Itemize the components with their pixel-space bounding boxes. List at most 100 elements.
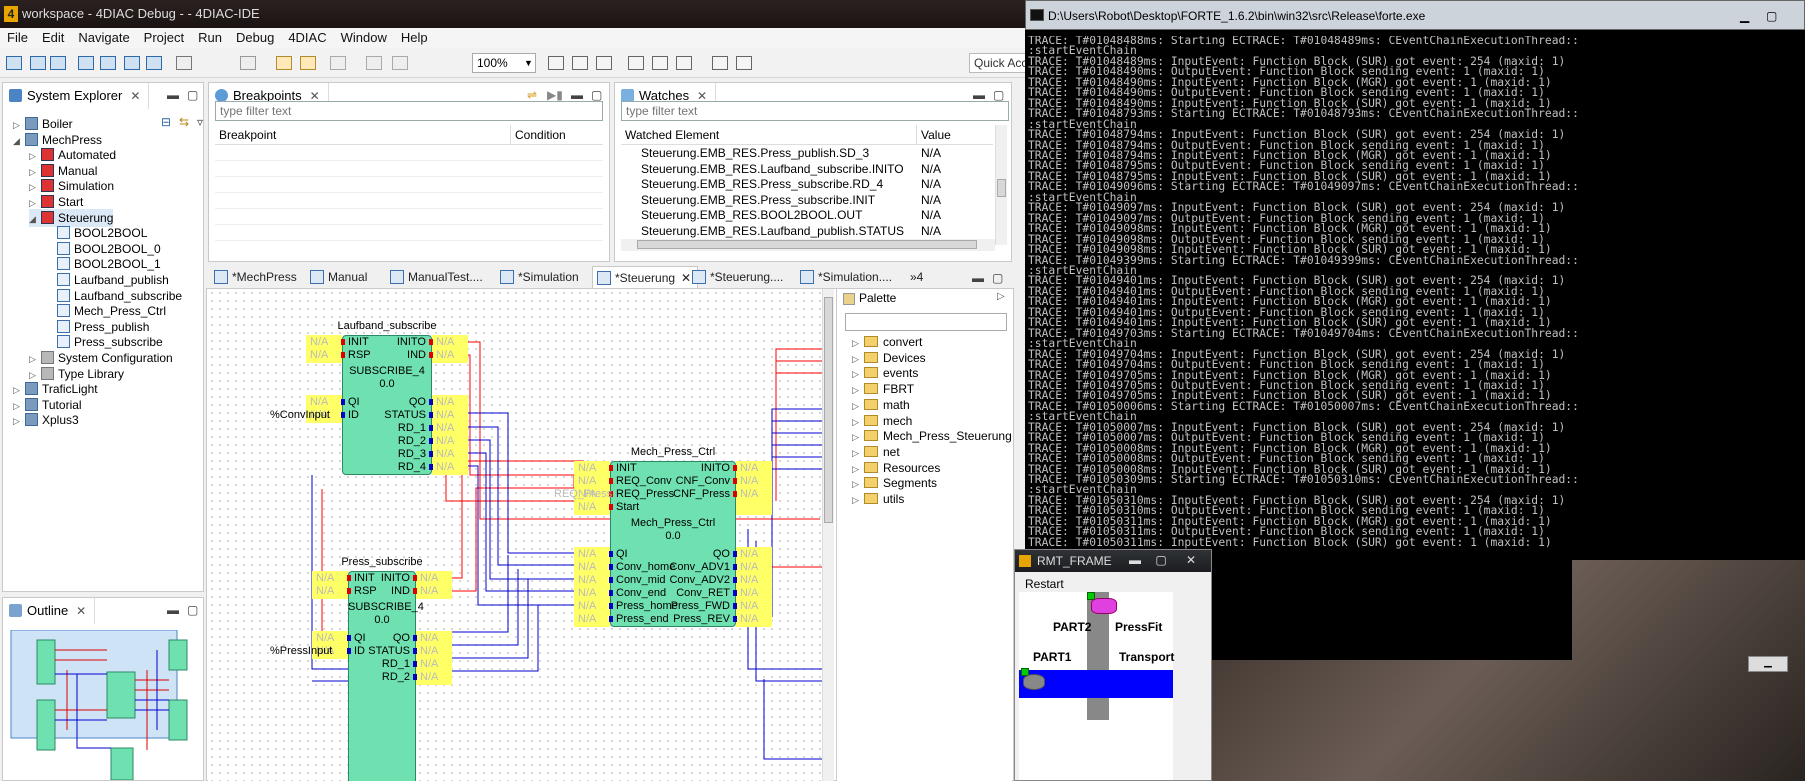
pin-qo[interactable]: QO [346,632,410,644]
align-icon[interactable] [572,56,588,70]
menu-debug[interactable]: Debug [229,28,281,47]
menu-help[interactable]: Help [394,28,435,47]
connection-wire[interactable] [775,372,822,501]
collapsed-arrow-icon[interactable]: ▷ [852,429,864,445]
pin-qo[interactable]: QO [666,548,730,560]
tab-outline[interactable]: Outline ✕ [3,598,96,624]
pin-qi[interactable]: QI [616,548,628,560]
editor-tab[interactable]: *Steuerung.... [688,266,783,288]
align-icon[interactable] [676,56,692,70]
connection-wire[interactable] [450,487,584,592]
layout-icon[interactable] [78,56,94,70]
table-row[interactable]: Steuerung.EMB_RES.BOOL2BOOL.OUT N/A [621,207,995,223]
breakpoints-filter-input[interactable] [215,101,603,121]
pin-ind[interactable]: IND [362,349,426,361]
palette-item[interactable]: ▷ utils [852,491,904,507]
table-row[interactable]: Steuerung.EMB_RES.Laufband_publish.STATU… [621,223,995,239]
connection-wire[interactable] [450,465,584,606]
search-icon[interactable] [176,56,192,70]
connection-wire[interactable] [450,354,584,476]
pin-rd-1[interactable]: RD_1 [362,422,426,434]
table-row[interactable]: Steuerung.EMB_RES.Press_publish.SD_3 N/A [621,145,995,161]
palette-item[interactable]: ▷ net [852,444,900,460]
pin-ind[interactable]: IND [346,585,410,597]
editor-tab[interactable]: *Simulation.... [796,266,892,288]
close-icon[interactable]: ✕ [76,598,86,624]
pin-rd-2[interactable]: RD_2 [346,671,410,683]
watches-filter-input[interactable] [621,101,1009,121]
collapsed-arrow-icon[interactable]: ▷ [852,476,864,492]
menu-navigate[interactable]: Navigate [71,28,136,47]
pin-inito[interactable]: INITO [666,462,730,474]
collapsed-arrow-icon[interactable]: ▷ [852,351,864,367]
minimize-icon[interactable]: ▬ [571,88,583,102]
editor-tab[interactable]: »4 [906,266,923,288]
menu-window[interactable]: Window [334,28,394,47]
back-icon[interactable] [276,56,292,70]
minimize-icon[interactable]: ▬ [973,88,985,102]
chevron-down-icon[interactable]: ▼ [524,58,533,68]
collapsed-arrow-icon[interactable]: ▷ [852,492,864,508]
connection-wire[interactable] [771,456,822,605]
link-editor-icon[interactable]: ⇆ [179,115,189,129]
menu-project[interactable]: Project [137,28,191,47]
maximize-icon[interactable]: ▢ [1766,1,1777,31]
palette-item[interactable]: ▷ events [852,365,918,381]
editor-tab[interactable]: *Steuerung ✕ [592,266,699,288]
pin-rd-3[interactable]: RD_3 [362,448,426,460]
tree-item[interactable]: ▷ Xplus3 [13,411,79,429]
pin-conv-adv1[interactable]: Conv_ADV1 [666,561,730,573]
connection-wire[interactable] [771,444,822,591]
pin-conv-ret[interactable]: Conv_RET [666,587,730,599]
connection-wire[interactable] [775,348,822,475]
palette-item[interactable]: ▷ mech [852,413,912,429]
align-icon[interactable] [596,56,612,70]
skip-breakpoints-icon[interactable]: ⇌ [527,88,537,102]
pin-inito[interactable]: INITO [346,572,410,584]
nav-forward-icon[interactable] [330,56,346,70]
align-icon[interactable] [736,56,752,70]
expanded-arrow-icon[interactable]: ◢ [29,210,41,228]
pin-press-end[interactable]: Press_end [616,613,669,625]
connection-wire[interactable] [771,408,822,553]
collapsed-arrow-icon[interactable]: ▷ [852,382,864,398]
column-header-condition[interactable]: Condition [511,125,603,145]
pin-init[interactable]: INIT [616,462,637,474]
align-icon[interactable] [712,56,728,70]
pin-qo[interactable]: QO [362,396,426,408]
expanded-arrow-icon[interactable]: ◢ [13,132,25,150]
connection-wire[interactable] [771,468,822,617]
minimize-icon[interactable]: ▁ [1748,656,1788,672]
pin-rd-2[interactable]: RD_2 [362,435,426,447]
layout-icon[interactable] [124,56,140,70]
connection-wire[interactable] [763,679,822,760]
column-header-value[interactable]: Value [917,125,993,145]
palette-item[interactable]: ▷ FBRT [852,381,914,397]
maximize-icon[interactable]: ▢ [993,88,1004,102]
pin-start[interactable]: Start [616,501,639,513]
menu-file[interactable]: File [0,28,35,47]
layout-icon[interactable] [100,56,116,70]
collapsed-arrow-icon[interactable]: ▷ [13,412,25,430]
table-row[interactable]: Steuerung.EMB_RES.Laufband_subscribe.INI… [621,161,995,177]
column-header-watched-element[interactable]: Watched Element [621,125,917,145]
pin-conv-mid[interactable]: Conv_mid [616,574,666,586]
pin-status[interactable]: STATUS [362,409,426,421]
remove-breakpoint-icon[interactable]: ▶▮ [547,88,563,102]
pin-cnf-conv[interactable]: CNF_Conv [666,475,730,487]
horizontal-scrollbar[interactable] [621,239,995,251]
align-icon[interactable] [652,56,668,70]
align-icon[interactable] [548,56,564,70]
table-row[interactable]: Steuerung.EMB_RES.Press_subscribe.RD_4 N/… [621,176,995,192]
pin-cnf-press[interactable]: CNF_Press [666,488,730,500]
pin-conv-adv2[interactable]: Conv_ADV2 [666,574,730,586]
scrollbar-thumb[interactable] [997,179,1006,197]
pin-press-rev[interactable]: Press_REV [666,613,730,625]
collapsed-arrow-icon[interactable]: ▷ [852,461,864,477]
maximize-icon[interactable]: ▢ [591,88,602,102]
collapsed-arrow-icon[interactable]: ▷ [852,398,864,414]
restart-button[interactable]: Restart [1025,577,1064,591]
maximize-icon[interactable]: ▢ [187,88,198,102]
minimize-icon[interactable]: ▬ [972,271,984,285]
canvas-vertical-scrollbar[interactable] [822,289,834,781]
